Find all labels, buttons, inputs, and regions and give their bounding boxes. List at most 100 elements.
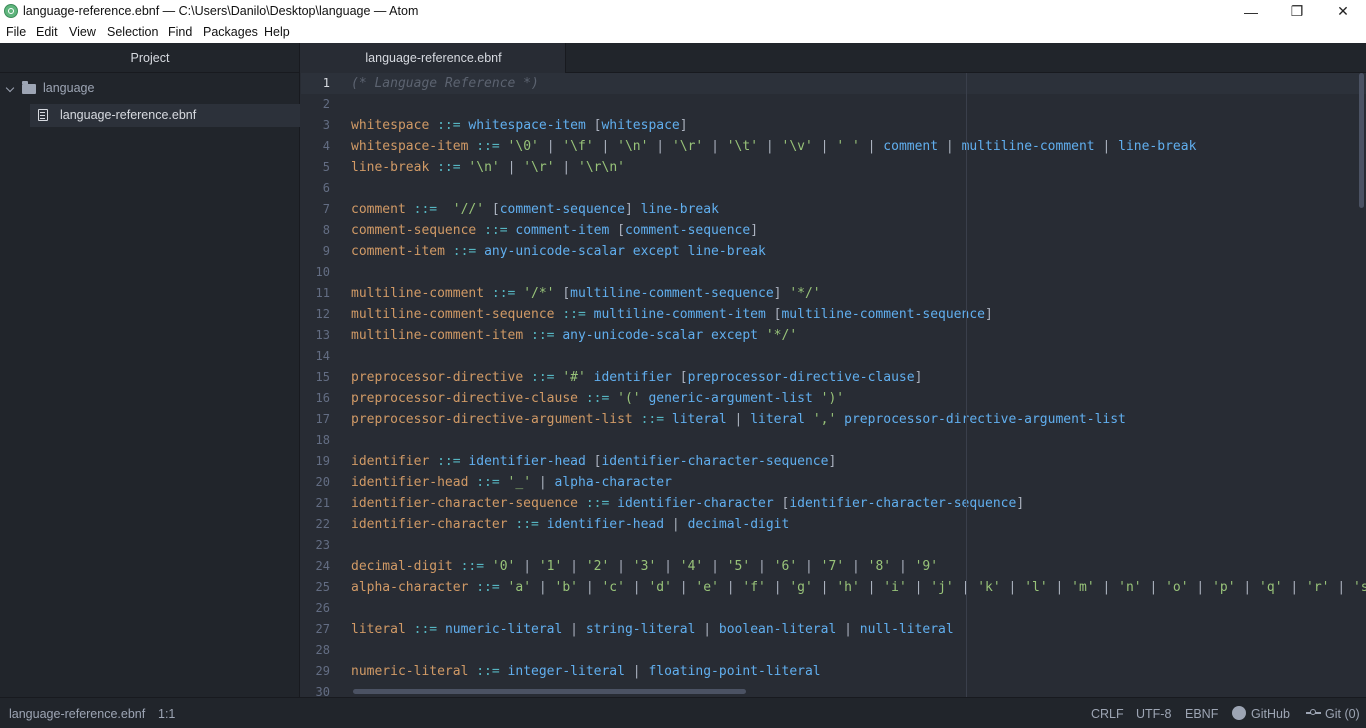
line-number[interactable]: 19: [301, 451, 330, 472]
code-text: identifier-character-sequence ::= identi…: [351, 496, 1025, 511]
line-number[interactable]: 25: [301, 577, 330, 598]
line-number[interactable]: 27: [301, 619, 330, 640]
status-grammar[interactable]: EBNF: [1185, 707, 1218, 721]
code-editor[interactable]: 1 (* Language Reference *) 2 3 whitespace ::…: [301, 73, 1366, 697]
code-line[interactable]: 10: [301, 262, 1366, 283]
chevron-down-icon[interactable]: [5, 83, 15, 93]
menu-selection[interactable]: Selection: [107, 25, 158, 39]
line-number[interactable]: 23: [301, 535, 330, 556]
code-line[interactable]: 20 identifier-head ::= '_' | alpha-charac…: [301, 472, 1366, 493]
line-number[interactable]: 26: [301, 598, 330, 619]
code-line[interactable]: 21 identifier-character-sequence ::= iden…: [301, 493, 1366, 514]
code-line[interactable]: 5 line-break ::= '\n' | '\r' | '\r\n': [301, 157, 1366, 178]
close-button[interactable]: ✕: [1320, 0, 1366, 23]
code-line[interactable]: 19 identifier ::= identifier-head [identi…: [301, 451, 1366, 472]
line-number[interactable]: 7: [301, 199, 330, 220]
status-git[interactable]: Git (0): [1325, 707, 1360, 721]
line-number[interactable]: 2: [301, 94, 330, 115]
line-number[interactable]: 12: [301, 304, 330, 325]
line-number[interactable]: 28: [301, 640, 330, 661]
line-number[interactable]: 8: [301, 220, 330, 241]
menu-edit[interactable]: Edit: [36, 25, 58, 39]
tab-bar: language-reference.ebnf: [301, 43, 1366, 73]
menu-find[interactable]: Find: [168, 25, 192, 39]
code-line[interactable]: 2: [301, 94, 1366, 115]
menu-view[interactable]: View: [69, 25, 96, 39]
line-number[interactable]: 13: [301, 325, 330, 346]
code-text: literal ::= numeric-literal | string-lit…: [351, 622, 954, 637]
line-number[interactable]: 22: [301, 514, 330, 535]
line-number[interactable]: 29: [301, 661, 330, 682]
tab-label: language-reference.ebnf: [365, 51, 502, 65]
code-line[interactable]: 14: [301, 346, 1366, 367]
code-text: whitespace ::= whitespace-item [whitespa…: [351, 118, 688, 133]
code-line[interactable]: 27 literal ::= numeric-literal | string-l…: [301, 619, 1366, 640]
line-number[interactable]: 15: [301, 367, 330, 388]
code-line[interactable]: 23: [301, 535, 1366, 556]
code-line[interactable]: 12 multiline-comment-sequence ::= multili…: [301, 304, 1366, 325]
code-line[interactable]: 9 comment-item ::= any-unicode-scalar exc…: [301, 241, 1366, 262]
menu-file[interactable]: File: [6, 25, 26, 39]
line-number[interactable]: 16: [301, 388, 330, 409]
line-number[interactable]: 5: [301, 157, 330, 178]
status-github[interactable]: GitHub: [1251, 707, 1290, 721]
line-number[interactable]: 20: [301, 472, 330, 493]
line-number[interactable]: 10: [301, 262, 330, 283]
status-file-path[interactable]: language-reference.ebnf: [9, 707, 145, 721]
code-text: alpha-character ::= 'a' | 'b' | 'c' | 'd…: [351, 580, 1366, 595]
wrap-guide: [966, 73, 967, 697]
code-text: numeric-literal ::= integer-literal | fl…: [351, 664, 821, 679]
project-panel-title[interactable]: Project: [0, 43, 300, 73]
line-number[interactable]: 3: [301, 115, 330, 136]
code-line[interactable]: 4 whitespace-item ::= '\0' | '\f' | '\n' …: [301, 136, 1366, 157]
line-number[interactable]: 21: [301, 493, 330, 514]
github-icon[interactable]: [1232, 706, 1246, 720]
menu-packages[interactable]: Packages: [203, 25, 258, 39]
code-line[interactable]: 26: [301, 598, 1366, 619]
code-line[interactable]: 8 comment-sequence ::= comment-item [comm…: [301, 220, 1366, 241]
horizontal-scrollbar[interactable]: [353, 689, 746, 694]
vertical-scrollbar[interactable]: [1359, 73, 1364, 208]
line-number[interactable]: 6: [301, 178, 330, 199]
minimize-button[interactable]: —: [1228, 0, 1274, 23]
code-line[interactable]: 17 preprocessor-directive-argument-list :…: [301, 409, 1366, 430]
maximize-button[interactable]: ❐: [1274, 0, 1320, 23]
status-bar: language-reference.ebnf 1:1 CRLF UTF-8 E…: [0, 697, 1366, 728]
line-number[interactable]: 1: [301, 73, 330, 94]
code-line[interactable]: 15 preprocessor-directive ::= '#' identif…: [301, 367, 1366, 388]
line-number[interactable]: 17: [301, 409, 330, 430]
line-number[interactable]: 9: [301, 241, 330, 262]
code-text: comment ::= '//' [comment-sequence] line…: [351, 202, 719, 217]
code-text: whitespace-item ::= '\0' | '\f' | '\n' |…: [351, 139, 1197, 154]
status-encoding[interactable]: UTF-8: [1136, 707, 1171, 721]
tree-file-language-reference[interactable]: language-reference.ebnf: [30, 104, 300, 127]
line-number[interactable]: 24: [301, 556, 330, 577]
tree-folder-language[interactable]: language: [0, 77, 300, 101]
project-tree-panel: Project language language-reference.ebnf: [0, 43, 300, 697]
status-line-ending[interactable]: CRLF: [1091, 707, 1124, 721]
code-line[interactable]: 11 multiline-comment ::= '/*' [multiline-…: [301, 283, 1366, 304]
code-line[interactable]: 22 identifier-character ::= identifier-he…: [301, 514, 1366, 535]
line-number[interactable]: 11: [301, 283, 330, 304]
git-commit-icon[interactable]: [1306, 709, 1321, 715]
line-number[interactable]: 30: [301, 682, 330, 697]
line-number[interactable]: 18: [301, 430, 330, 451]
code-line[interactable]: 16 preprocessor-directive-clause ::= '(' …: [301, 388, 1366, 409]
code-text: comment-sequence ::= comment-item [comme…: [351, 223, 759, 238]
code-line[interactable]: 1 (* Language Reference *): [301, 73, 1366, 94]
code-line[interactable]: 18: [301, 430, 1366, 451]
code-line[interactable]: 28: [301, 640, 1366, 661]
code-line[interactable]: 7 comment ::= '//' [comment-sequence] lin…: [301, 199, 1366, 220]
code-line[interactable]: 29 numeric-literal ::= integer-literal | …: [301, 661, 1366, 682]
status-cursor-position[interactable]: 1:1: [158, 707, 175, 721]
code-line[interactable]: 25 alpha-character ::= 'a' | 'b' | 'c' | …: [301, 577, 1366, 598]
code-line[interactable]: 24 decimal-digit ::= '0' | '1' | '2' | '3…: [301, 556, 1366, 577]
menu-help[interactable]: Help: [264, 25, 290, 39]
code-line[interactable]: 3 whitespace ::= whitespace-item [whitesp…: [301, 115, 1366, 136]
line-number[interactable]: 4: [301, 136, 330, 157]
tab-language-reference[interactable]: language-reference.ebnf: [301, 43, 566, 73]
code-line[interactable]: 13 multiline-comment-item ::= any-unicode…: [301, 325, 1366, 346]
line-number[interactable]: 14: [301, 346, 330, 367]
code-line[interactable]: 6: [301, 178, 1366, 199]
atom-logo-icon: [4, 4, 18, 18]
